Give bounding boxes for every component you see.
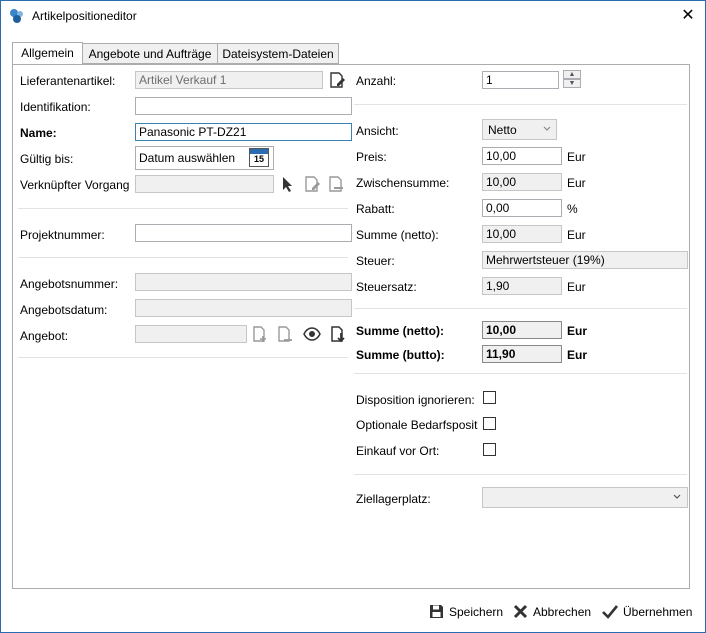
right-separator-1 <box>354 104 687 105</box>
projektnummer-label: Projektnummer: <box>20 228 105 242</box>
optionale-checkbox[interactable] <box>483 417 496 430</box>
ansicht-label: Ansicht: <box>356 124 399 138</box>
ziellagerplatz-dropdown[interactable] <box>482 487 688 508</box>
right-separator-2 <box>354 308 687 309</box>
lieferantenartikel-label: Lieferantenartikel: <box>20 74 116 88</box>
preis-unit: Eur <box>567 150 586 164</box>
steuer-label: Steuer: <box>356 254 395 268</box>
anzahl-spin-down[interactable]: ▼ <box>563 79 581 88</box>
projektnummer-field[interactable] <box>135 224 352 242</box>
save-button[interactable]: Speichern <box>429 602 503 622</box>
dialog-window: Artikelpositioneditor ✕ Allgemein Angebo… <box>0 0 706 633</box>
disposition-label: Disposition ignorieren: <box>356 393 475 407</box>
angebot-label: Angebot: <box>20 329 69 343</box>
eye-view-icon[interactable] <box>303 325 321 343</box>
total-netto-label: Summe (netto): <box>356 324 444 338</box>
tab-dateisystem-dateien[interactable]: Dateisystem-Dateien <box>217 43 339 64</box>
cursor-select-icon[interactable] <box>279 175 297 193</box>
identifikation-label: Identifikation: <box>20 100 91 114</box>
new-document-icon[interactable] <box>251 325 269 343</box>
zwischensumme-field: 10,00 <box>482 173 562 191</box>
anzahl-field[interactable]: 1 <box>482 71 559 89</box>
cancel-label: Abbrechen <box>533 605 592 619</box>
tab-panel-allgemein <box>12 64 690 589</box>
optionale-label: Optionale Bedarfsposit <box>356 418 478 432</box>
rabatt-unit: % <box>567 202 578 216</box>
spin-down-icon: ▼ <box>568 80 576 87</box>
angebotsdatum-label: Angebotsdatum: <box>20 303 108 317</box>
tab-allgemein-label: Allgemein <box>21 46 74 60</box>
verknuepfter-vorgang-label: Verknüpfter Vorgang <box>20 178 130 192</box>
tab-angebote-label: Angebote und Aufträge <box>88 47 212 61</box>
einkauf-label: Einkauf vor Ort: <box>356 444 440 458</box>
checkmark-icon <box>602 605 619 619</box>
verknuepfter-vorgang-field[interactable] <box>135 175 274 193</box>
close-button[interactable]: ✕ <box>677 5 699 27</box>
right-separator-4 <box>354 474 687 475</box>
angebotsnummer-label: Angebotsnummer: <box>20 277 119 291</box>
left-separator-3 <box>18 357 348 358</box>
left-separator-1 <box>18 208 348 209</box>
zwischensumme-unit: Eur <box>567 176 586 190</box>
chevron-down-icon <box>673 494 681 499</box>
ziellagerplatz-label: Ziellagerplatz: <box>356 492 431 506</box>
identifikation-field[interactable] <box>135 97 352 115</box>
zwischensumme-label: Zwischensumme: <box>356 176 450 190</box>
gueltig-bis-label: Gültig bis: <box>20 152 74 166</box>
edit-document-icon[interactable] <box>328 71 346 89</box>
disposition-checkbox[interactable] <box>483 391 496 404</box>
rabatt-label: Rabatt: <box>356 202 395 216</box>
total-brutto-unit: Eur <box>567 348 588 362</box>
einkauf-checkbox[interactable] <box>483 443 496 456</box>
edit-link-icon[interactable] <box>303 175 321 193</box>
calendar-day: 15 <box>253 154 264 164</box>
anzahl-label: Anzahl: <box>356 74 397 88</box>
gueltig-bis-value: Datum auswählen <box>139 151 236 165</box>
save-label: Speichern <box>449 605 504 619</box>
rabatt-field[interactable]: 0,00 <box>482 199 562 217</box>
anzahl-spin-up[interactable]: ▲ <box>563 70 581 79</box>
tab-angebote-und-auftraege[interactable]: Angebote und Aufträge <box>82 43 218 64</box>
preis-field[interactable]: 10,00 <box>482 147 562 165</box>
apply-button[interactable]: Übernehmen <box>602 602 692 622</box>
tab-dateisystem-label: Dateisystem-Dateien <box>222 47 334 61</box>
angebot-field[interactable] <box>135 325 247 343</box>
steuersatz-field: 1,90 <box>482 277 562 295</box>
calendar-icon[interactable]: 15 <box>249 148 269 167</box>
tab-allgemein[interactable]: Allgemein <box>12 42 83 65</box>
window-title: Artikelpositioneditor <box>32 9 137 23</box>
app-logo-icon <box>10 9 23 23</box>
total-brutto-label: Summe (butto): <box>356 348 445 362</box>
document-remove-icon[interactable] <box>276 325 294 343</box>
close-icon: ✕ <box>681 7 695 24</box>
remove-link-icon[interactable] <box>327 175 345 193</box>
document-download-icon[interactable] <box>329 325 347 343</box>
angebotsdatum-field[interactable] <box>135 299 352 317</box>
steuer-field: Mehrwertsteuer (19%) <box>482 251 688 269</box>
steuersatz-unit: Eur <box>567 280 586 294</box>
steuersatz-label: Steuersatz: <box>356 280 417 294</box>
cancel-x-icon <box>513 604 528 619</box>
summe-netto-label: Summe (netto): <box>356 228 439 242</box>
lieferantenartikel-field[interactable]: Artikel Verkauf 1 <box>135 71 323 89</box>
save-icon <box>430 605 443 618</box>
ansicht-dropdown[interactable]: Netto <box>482 119 557 140</box>
chevron-down-icon <box>543 126 551 131</box>
angebotsnummer-field[interactable] <box>135 273 352 291</box>
preis-label: Preis: <box>356 150 387 164</box>
title-bar: Artikelpositioneditor ✕ <box>1 1 705 31</box>
total-brutto-field: 11,90 <box>482 345 562 363</box>
total-netto-unit: Eur <box>567 324 588 338</box>
ansicht-value: Netto <box>488 123 517 137</box>
summe-netto-unit: Eur <box>567 228 586 242</box>
spin-up-icon: ▲ <box>568 71 576 78</box>
apply-label: Übernehmen <box>623 605 693 619</box>
right-separator-3 <box>354 373 687 374</box>
total-netto-field: 10,00 <box>482 321 562 339</box>
left-separator-2 <box>18 257 348 258</box>
summe-netto-field: 10,00 <box>482 225 562 243</box>
name-label: Name: <box>20 126 57 140</box>
name-field[interactable]: Panasonic PT-DZ21 <box>135 123 352 141</box>
cancel-button[interactable]: Abbrechen <box>513 602 591 622</box>
